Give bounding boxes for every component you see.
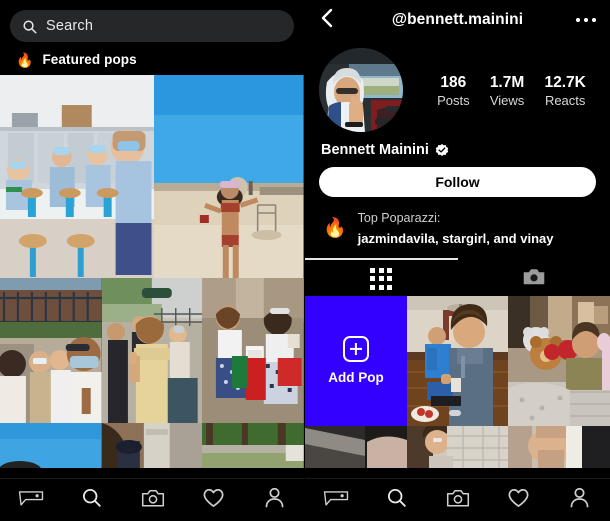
nav-camera[interactable]: [122, 488, 183, 513]
featured-photo-grid: [0, 75, 304, 468]
nav-activity[interactable]: [488, 487, 549, 513]
search-container: Search: [0, 0, 304, 42]
fire-emoji: 🔥: [16, 51, 34, 68]
follow-container: Follow: [305, 158, 610, 197]
heart-icon: [507, 487, 530, 513]
camera-icon: [446, 488, 470, 513]
profile-summary: 186 Posts 1.7M Views 12.7K Reacts: [305, 40, 610, 132]
stat-label: Reacts: [544, 92, 586, 108]
nav-home[interactable]: [305, 489, 366, 512]
profile-stats: 186 Posts 1.7M Views 12.7K Reacts: [417, 73, 596, 110]
display-name: Bennett Mainini: [321, 142, 429, 158]
stat-label: Views: [489, 92, 525, 108]
search-icon: [81, 487, 102, 513]
stat-posts: 186 Posts: [437, 73, 470, 110]
photo-group-outdoor-masks[interactable]: [0, 278, 102, 423]
display-name-row: Bennett Mainini: [305, 132, 610, 158]
stat-views: 1.7M Views: [490, 73, 524, 110]
photo-person-reclined[interactable]: [508, 425, 610, 468]
photo-two-friends-thumbsup[interactable]: [101, 278, 203, 423]
grid-row: [0, 278, 304, 423]
nav-activity[interactable]: [183, 487, 244, 513]
grid-row: [305, 425, 610, 468]
photo-dark-surface[interactable]: [305, 425, 407, 468]
discover-panel: Search 🔥 Featured pops: [0, 0, 305, 521]
chevron-left-icon: [319, 8, 335, 33]
add-pop-label: Add Pop: [328, 370, 384, 386]
top-poparazzi-names: jazmindavila, stargirl, and vinay: [357, 230, 554, 246]
search-input[interactable]: Search: [10, 10, 294, 42]
profile-tabs: [305, 262, 610, 296]
photo-person-lying-bed[interactable]: [407, 425, 508, 468]
profile-panel: @bennett.mainini 186 Posts 1.7M Views 12…: [305, 0, 610, 521]
search-icon: [22, 19, 37, 34]
grid-row: [0, 75, 304, 278]
photo-person-stuffed-animals[interactable]: [508, 295, 610, 426]
top-poparazzi-title: Top Poparazzi:: [357, 211, 441, 225]
bottom-nav-right: [305, 478, 610, 521]
more-options-icon[interactable]: [575, 17, 596, 23]
camera-icon: [141, 488, 165, 513]
search-icon: [386, 487, 407, 513]
stat-label: Posts: [437, 92, 470, 108]
grid-row: Add Pop: [305, 295, 610, 426]
poparazzi-logo-icon: [323, 489, 349, 512]
top-poparazzi-text: Top Poparazzi: jazmindavila, stargirl, a…: [358, 208, 554, 250]
back-button[interactable]: [319, 8, 341, 33]
person-icon: [264, 487, 285, 513]
poparazzi-logo-icon: [18, 489, 44, 512]
add-pop-tile[interactable]: Add Pop: [305, 295, 407, 426]
nav-profile[interactable]: [549, 487, 610, 513]
photo-blue-sky[interactable]: [0, 423, 102, 468]
app-screen: Search 🔥 Featured pops @bennett.mainini …: [0, 0, 610, 521]
nav-camera[interactable]: [427, 488, 488, 513]
grid-row: [0, 423, 304, 468]
person-icon: [569, 487, 590, 513]
profile-header: @bennett.mainini: [305, 0, 610, 40]
nav-profile[interactable]: [244, 487, 304, 513]
avatar[interactable]: [319, 48, 403, 132]
heart-icon: [202, 487, 225, 513]
search-placeholder: Search: [46, 18, 94, 34]
photo-girls-shopping-bags[interactable]: [202, 278, 304, 423]
stat-value: 12.7K: [544, 73, 586, 91]
stat-value: 186: [440, 73, 467, 91]
profile-handle: @bennett.mainini: [391, 11, 524, 28]
stat-reacts: 12.7K Reacts: [544, 73, 585, 110]
nav-search[interactable]: [366, 487, 427, 513]
bottom-nav-left: [0, 478, 304, 521]
profile-photo-grid: Add Pop: [305, 295, 610, 468]
photo-park-trees[interactable]: [202, 423, 304, 468]
nav-search[interactable]: [61, 487, 122, 513]
grid-icon: [370, 267, 393, 290]
verified-badge-icon: [435, 143, 449, 157]
photo-beach-bikini[interactable]: [154, 75, 304, 278]
top-poparazzi-row: 🔥 Top Poparazzi: jazmindavila, stargirl,…: [305, 197, 610, 250]
fire-emoji: 🔥: [323, 218, 347, 240]
follow-button[interactable]: Follow: [319, 167, 596, 197]
photo-woman-walkway[interactable]: [101, 423, 203, 468]
camera-tab[interactable]: [458, 262, 610, 296]
photo-teen-at-table[interactable]: [407, 295, 508, 426]
plus-square-icon: [343, 336, 369, 363]
featured-pops-label: Featured pops: [42, 52, 137, 67]
grid-tab[interactable]: [305, 262, 458, 296]
stat-value: 1.7M: [489, 73, 525, 91]
photo-classroom-masks[interactable]: [0, 75, 155, 278]
nav-home[interactable]: [0, 489, 61, 512]
featured-pops-header: 🔥 Featured pops: [0, 42, 304, 75]
camera-icon: [522, 267, 546, 291]
